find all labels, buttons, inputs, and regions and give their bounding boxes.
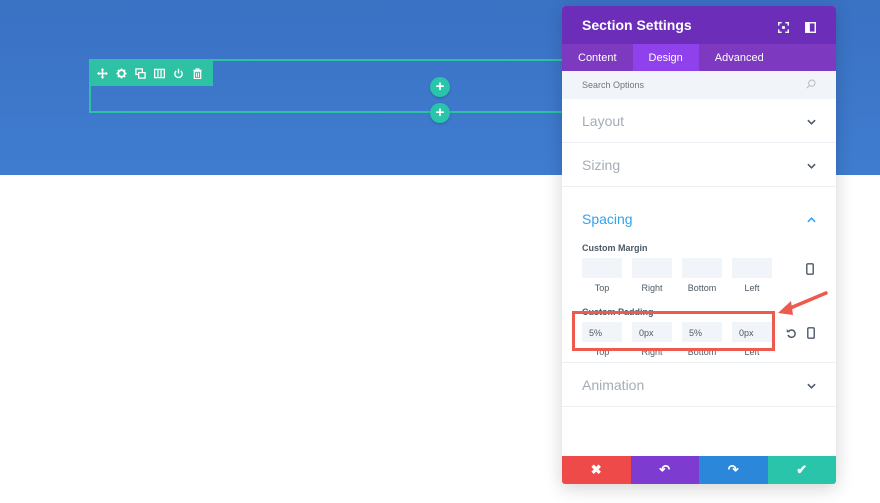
duplicate-icon[interactable] <box>134 67 147 80</box>
tab-content[interactable]: Content <box>562 44 633 71</box>
custom-margin-fields: Top Right Bottom Left <box>562 258 836 293</box>
chevron-down-icon <box>807 156 816 174</box>
trash-icon[interactable] <box>191 67 204 80</box>
chevron-up-icon <box>807 210 816 228</box>
chevron-down-icon <box>807 376 816 394</box>
power-icon[interactable] <box>172 67 185 80</box>
margin-left-label: Left <box>744 283 760 293</box>
gear-icon[interactable] <box>115 67 128 80</box>
tab-advanced[interactable]: Advanced <box>699 44 780 71</box>
redo-button[interactable]: ↷ <box>699 456 768 484</box>
animation-title: Animation <box>582 376 645 393</box>
sizing-title: Sizing <box>582 156 621 173</box>
reset-icon[interactable] <box>786 326 797 344</box>
move-icon[interactable] <box>96 67 109 80</box>
margin-top-input[interactable] <box>582 258 622 278</box>
margin-bottom-input[interactable] <box>682 258 722 278</box>
animation-toggle[interactable]: Animation <box>562 363 836 407</box>
columns-icon[interactable] <box>153 67 166 80</box>
custom-margin-label: Custom Margin <box>582 243 648 253</box>
layout-toggle[interactable]: Layout <box>562 99 836 143</box>
margin-right-label: Right <box>641 283 663 293</box>
undo-button[interactable]: ↶ <box>630 456 699 484</box>
spacing-toggle[interactable]: Spacing <box>562 187 836 243</box>
add-module-button[interactable]: + <box>430 77 450 97</box>
search-input[interactable] <box>582 80 782 90</box>
annotation-arrow-icon <box>778 291 828 315</box>
row-toolbar <box>89 61 213 86</box>
fullscreen-icon[interactable] <box>778 20 789 33</box>
padding-highlight-box <box>572 311 775 351</box>
cancel-button[interactable]: ✖ <box>562 456 631 484</box>
section-settings-panel: Section Settings Content Design Advanced <box>562 6 836 484</box>
layout-title: Layout <box>582 112 625 129</box>
panel-header: Section Settings <box>562 6 836 44</box>
search-bar <box>562 71 836 99</box>
chevron-down-icon <box>807 112 816 130</box>
spacing-title: Spacing <box>582 211 633 227</box>
mobile-icon[interactable] <box>807 326 815 344</box>
margin-top-label: Top <box>594 283 610 293</box>
sizing-toggle[interactable]: Sizing <box>562 143 836 187</box>
tab-design[interactable]: Design <box>632 44 699 71</box>
margin-left-input[interactable] <box>732 258 772 278</box>
panel-tabs: Content Design Advanced <box>562 44 836 71</box>
mobile-icon[interactable] <box>806 262 814 280</box>
search-icon[interactable] <box>806 76 816 94</box>
margin-bottom-label: Bottom <box>687 283 717 293</box>
page-canvas: + + Section Settings Content Design Adva… <box>0 0 880 503</box>
save-button[interactable]: ✔ <box>767 456 836 484</box>
panel-footer: ✖ ↶ ↷ ✔ <box>562 456 836 484</box>
add-row-button[interactable]: + <box>430 103 450 123</box>
margin-right-input[interactable] <box>632 258 672 278</box>
sidebar-icon[interactable] <box>805 20 816 33</box>
panel-title: Section Settings <box>582 17 692 33</box>
